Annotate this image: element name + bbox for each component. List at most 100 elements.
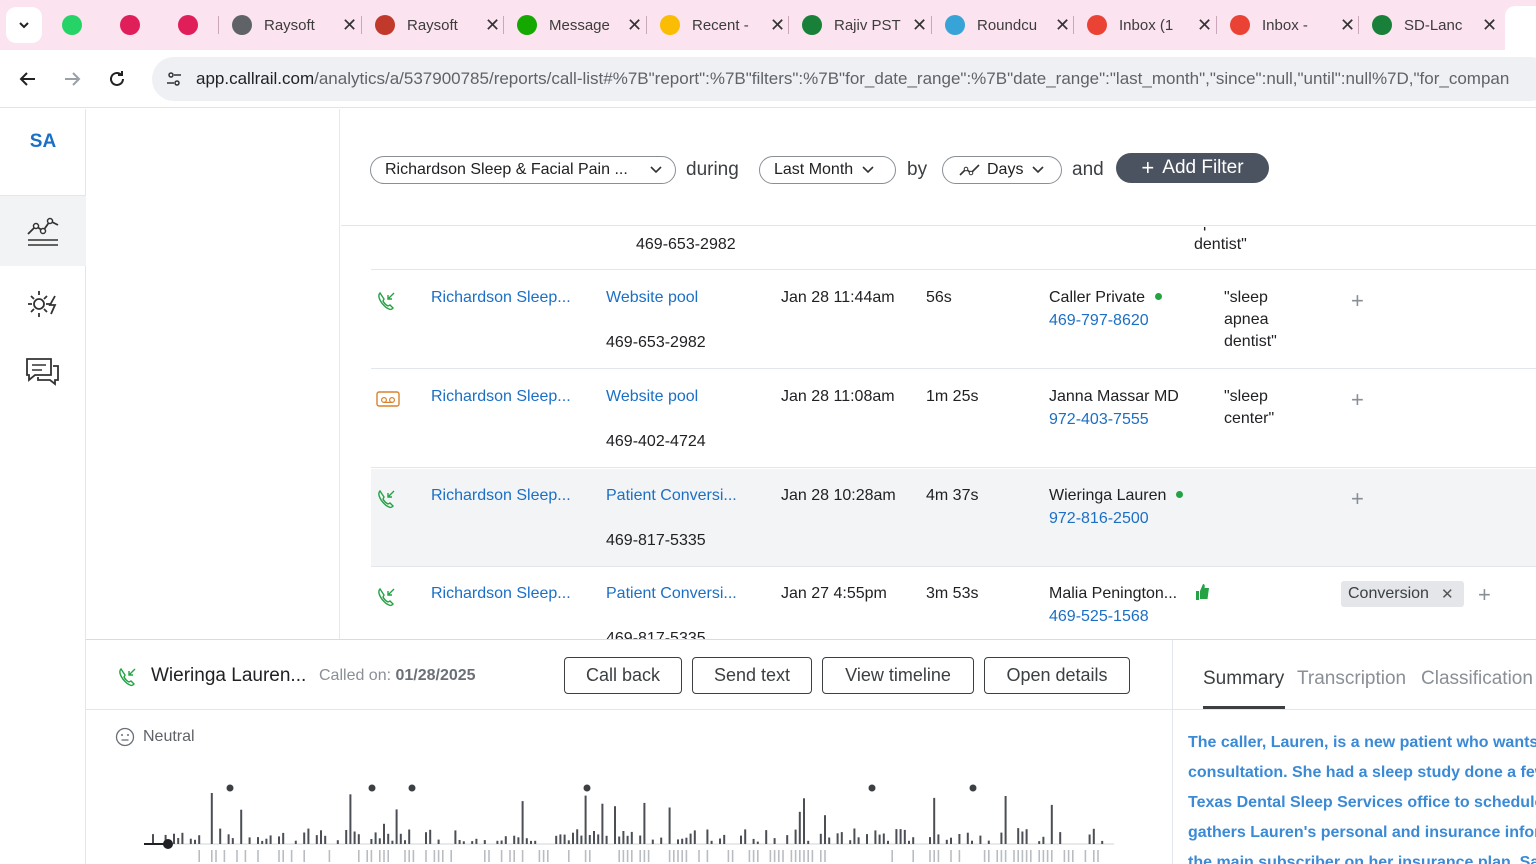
tracking-number: 469-402-4724 <box>606 433 706 450</box>
source-link[interactable]: Website pool <box>606 388 698 406</box>
site-info-icon[interactable] <box>162 67 186 91</box>
close-icon[interactable]: ✕ <box>912 15 927 36</box>
active-tab[interactable] <box>1505 6 1536 50</box>
voicemail-icon <box>376 390 400 413</box>
date-range-label: Last Month <box>774 161 854 178</box>
browser-toolbar: app.callrail.com/analytics/a/537900785/r… <box>0 50 1536 108</box>
date-range-dropdown[interactable]: Last Month <box>759 156 896 184</box>
chevron-down-icon <box>1032 166 1045 174</box>
browser-tab[interactable]: Raysoft ✕ <box>232 8 357 42</box>
close-icon[interactable]: ✕ <box>1441 585 1454 603</box>
raysoft-icon <box>375 15 395 35</box>
close-icon[interactable]: ✕ <box>485 15 500 36</box>
browser-tab[interactable]: Message ✕ <box>517 8 642 42</box>
tab-separator <box>646 16 647 34</box>
company-link[interactable]: Richardson Sleep... <box>431 289 571 307</box>
summary-line: consultation. She had a sleep study done… <box>1188 764 1536 781</box>
add-tag-button[interactable]: + <box>1478 582 1491 608</box>
sidebar-item-conversations[interactable] <box>0 337 86 407</box>
tab-transcription[interactable]: Transcription <box>1297 668 1406 690</box>
caller-phone[interactable]: 469-525-1568 <box>1049 608 1149 626</box>
browser-tab[interactable]: Rajiv PST ✕ <box>802 8 927 42</box>
forward-button[interactable] <box>59 66 85 92</box>
close-icon[interactable]: ✕ <box>1197 15 1212 36</box>
caller-phone[interactable]: 972-403-7555 <box>1049 411 1149 429</box>
close-icon[interactable]: ✕ <box>627 15 642 36</box>
back-button[interactable] <box>15 66 41 92</box>
browser-tab[interactable]: SD-Lanc ✕ <box>1372 8 1497 42</box>
chevron-down-icon <box>19 22 29 29</box>
browser-tab-title: Recent - <box>692 16 749 34</box>
browser-tab[interactable]: Raysoft ✕ <box>375 8 500 42</box>
close-icon[interactable]: ✕ <box>770 15 785 36</box>
keyword: apnea <box>1194 227 1239 232</box>
sentiment-label: Neutral <box>143 728 195 745</box>
close-icon[interactable]: ✕ <box>1340 15 1355 36</box>
audio-waveform[interactable] <box>144 778 1114 864</box>
globe-icon <box>232 15 252 35</box>
sidebar-item-settings[interactable] <box>0 269 86 339</box>
group-by-dropdown[interactable]: Days <box>942 156 1062 184</box>
url-text: app.callrail.com/analytics/a/537900785/r… <box>196 69 1510 88</box>
tracking-number: 469-653-2982 <box>636 236 736 253</box>
call-detail-panel: Wieringa Lauren... Called on: 01/28/2025… <box>86 639 1536 864</box>
browser-tab[interactable]: Inbox (1 ✕ <box>1087 8 1212 42</box>
caller-phone[interactable]: 972-816-2500 <box>1049 510 1149 528</box>
browser-tab[interactable]: Roundcu ✕ <box>945 8 1070 42</box>
browser-tab-title: Rajiv PST <box>834 16 901 34</box>
company-filter-dropdown[interactable]: Richardson Sleep & Facial Pain ... <box>370 156 676 184</box>
google-sheets-icon <box>802 15 822 35</box>
inbound-call-icon <box>376 489 396 514</box>
account-logo[interactable]: SA <box>0 131 86 153</box>
send-text-button[interactable]: Send text <box>692 657 812 694</box>
address-bar[interactable]: app.callrail.com/analytics/a/537900785/r… <box>152 57 1536 101</box>
add-filter-button[interactable]: + Add Filter <box>1116 153 1269 183</box>
company-link[interactable]: Richardson Sleep... <box>431 487 571 505</box>
summary-line: The caller, Lauren, is a new patient who… <box>1188 734 1536 751</box>
browser-tab[interactable]: Inbox - ✕ <box>1230 8 1355 42</box>
call-date: Jan 27 4:55pm <box>781 585 887 602</box>
inbound-call-icon <box>376 587 396 612</box>
tab-search-button[interactable] <box>6 7 42 43</box>
add-tag-button[interactable]: + <box>1351 387 1364 413</box>
roundcube-icon <box>945 15 965 35</box>
close-icon[interactable]: ✕ <box>342 15 357 36</box>
call-date: Jan 28 11:08am <box>781 388 895 405</box>
whatsapp-icon <box>62 15 82 35</box>
caller-phone[interactable]: 469-797-8620 <box>1049 312 1149 330</box>
table-row[interactable]: Richardson Sleep... Patient Conversi... 46… <box>371 567 1536 639</box>
caller-phone[interactable]: 469-797-8620 <box>1019 227 1119 232</box>
reload-button[interactable] <box>104 66 130 92</box>
detail-caller-name: Wieringa Lauren... <box>151 665 307 686</box>
close-icon[interactable]: ✕ <box>1055 15 1070 36</box>
browser-tab[interactable] <box>120 8 140 42</box>
sidebar-item-analytics[interactable] <box>0 196 86 266</box>
table-row[interactable]: Richardson Sleep... Website pool 469-402-4… <box>371 370 1536 468</box>
view-timeline-button[interactable]: View timeline <box>822 657 974 694</box>
add-tag-button[interactable]: + <box>1351 288 1364 314</box>
table-row[interactable]: Richardson Sleep... Website pool 469-653-2… <box>371 271 1536 369</box>
call-insights-panel: Summary Transcription Classification The… <box>1173 640 1536 864</box>
browser-tab[interactable] <box>178 8 198 42</box>
table-row[interactable]: 469-797-8620 apnea 469-653-2982 dentist" <box>371 227 1536 270</box>
source-link[interactable]: Patient Conversi... <box>606 487 737 505</box>
company-link[interactable]: Richardson Sleep... <box>431 388 571 406</box>
google-sheets-icon <box>1372 15 1392 35</box>
browser-tab[interactable] <box>62 8 82 42</box>
table-row[interactable]: Richardson Sleep... Patient Conversi... 46… <box>371 469 1536 567</box>
secondary-sidebar <box>86 109 340 639</box>
tab-summary[interactable]: Summary <box>1203 668 1284 690</box>
add-tag-button[interactable]: + <box>1351 486 1364 512</box>
tab-separator <box>1358 16 1359 34</box>
open-details-button[interactable]: Open details <box>984 657 1130 694</box>
online-status-dot <box>1176 491 1184 498</box>
tab-classification[interactable]: Classification <box>1421 668 1533 690</box>
source-link[interactable]: Patient Conversi... <box>606 585 737 603</box>
call-back-button[interactable]: Call back <box>564 657 682 694</box>
source-link[interactable]: Website pool <box>606 289 698 307</box>
thumbs-up-icon <box>1194 583 1210 606</box>
close-icon[interactable]: ✕ <box>1482 15 1497 36</box>
browser-tab[interactable]: Recent - ✕ <box>660 8 785 42</box>
browser-tab-title: Raysoft <box>264 16 315 34</box>
company-link[interactable]: Richardson Sleep... <box>431 585 571 603</box>
